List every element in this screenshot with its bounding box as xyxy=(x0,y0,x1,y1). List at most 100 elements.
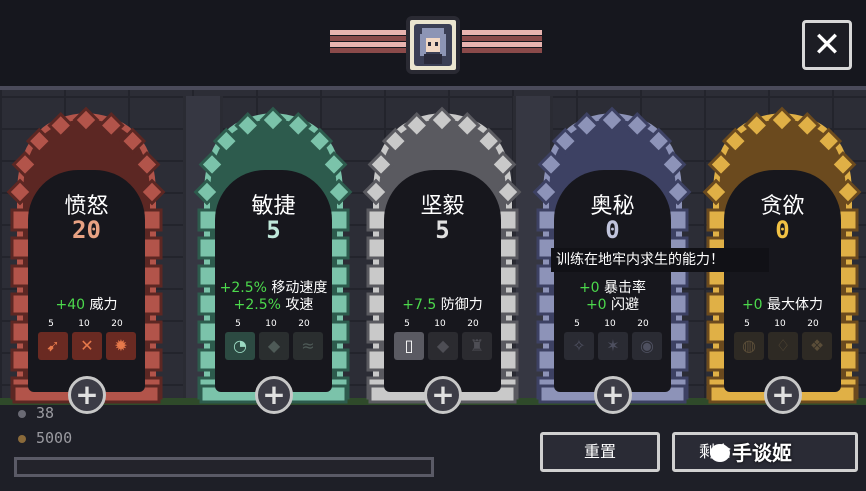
attribute-tooltip: 训练在地牢内求生的能力！ xyxy=(551,248,769,272)
bonus-row: +7.5 防御力 xyxy=(360,294,525,314)
bonus-row: +0 最大体力 xyxy=(700,294,865,314)
shield-card-icon: ▯ xyxy=(404,336,414,355)
skill-slot[interactable]: ❖ xyxy=(802,332,832,360)
star-burst-icon: ✶ xyxy=(606,336,620,355)
bonus-label: 防御力 xyxy=(440,297,483,313)
tier-labels: 5 10 20 xyxy=(400,319,490,331)
attribute-card: 坚毅 5 +7.5 防御力 5 10 20 ▯ ◆ ♜ + xyxy=(360,100,525,414)
bonus-value: +40 xyxy=(55,297,86,313)
coin-icon: ◍ xyxy=(742,336,756,355)
plus-icon: + xyxy=(601,378,625,411)
attribute-level: 0 xyxy=(775,216,790,244)
skill-slots: ✧ ✶ ◉ xyxy=(564,332,666,362)
tier-label: 10 xyxy=(265,319,277,329)
attribute-card: 敏捷 5 +2.5% 移动速度 +2.5% 攻速 5 10 20 ◔ ◆ ≈ + xyxy=(191,100,356,414)
attribute-level: 0 xyxy=(605,216,620,244)
skill-slot[interactable]: ≈ xyxy=(293,332,323,360)
skill-slots: ➹ ✕ ✹ xyxy=(38,332,140,362)
attribute-card: 愤怒 20 +40 威力 5 10 20 ➹ ✕ ✹ + xyxy=(4,100,169,414)
tier-label: 20 xyxy=(467,319,479,329)
progress-bar xyxy=(14,457,434,477)
bonus-value: +2.5% xyxy=(233,297,281,313)
tier-label: 10 xyxy=(604,319,616,329)
character-portrait xyxy=(406,16,460,74)
skill-slots: ◔ ◆ ≈ xyxy=(225,332,327,362)
watermark: 手谈姬 xyxy=(732,441,792,465)
wind-icon: ≈ xyxy=(301,336,315,355)
resource-row-gold: 5000 xyxy=(18,429,72,447)
bonus-value: +7.5 xyxy=(402,297,437,313)
blade-icon: ◆ xyxy=(436,336,450,355)
tier-label: 10 xyxy=(434,319,446,329)
attribute-level: 5 xyxy=(435,216,450,244)
tier-label: 20 xyxy=(298,319,310,329)
tier-labels: 5 10 20 xyxy=(570,319,660,331)
skill-slot[interactable]: ◍ xyxy=(734,332,764,360)
token-value: 38 xyxy=(36,404,55,422)
tier-labels: 5 10 20 xyxy=(231,319,321,331)
blade-icon: ◆ xyxy=(267,336,281,355)
skill-slot[interactable]: ✕ xyxy=(72,332,102,360)
tier-label: 10 xyxy=(78,319,90,329)
skill-slot[interactable]: ♜ xyxy=(462,332,492,360)
skill-slot[interactable]: ◆ xyxy=(259,332,289,360)
tier-label: 20 xyxy=(637,319,649,329)
eye-icon: ◉ xyxy=(640,336,654,355)
tier-labels: 5 10 20 xyxy=(740,319,830,331)
bonus-value: +0 xyxy=(741,297,763,313)
tier-label: 5 xyxy=(235,319,241,329)
header-bar: ✕ xyxy=(0,0,866,90)
tier-label: 5 xyxy=(404,319,410,329)
skill-slot[interactable]: ✶ xyxy=(598,332,628,360)
skill-slot[interactable]: ✧ xyxy=(564,332,594,360)
add-point-button[interactable]: + xyxy=(764,376,802,414)
left-ribbon xyxy=(330,30,410,56)
rune-icon: ✧ xyxy=(572,336,586,355)
attribute-level: 5 xyxy=(266,216,281,244)
bonus-label: 攻速 xyxy=(285,297,314,313)
gem-icon: ❖ xyxy=(809,336,825,355)
add-point-button[interactable]: + xyxy=(594,376,632,414)
close-icon: ✕ xyxy=(812,25,842,65)
skill-slot[interactable]: ◉ xyxy=(632,332,662,360)
skill-slots: ◍ ♢ ❖ xyxy=(734,332,836,362)
bonus-label: 闪避 xyxy=(611,297,640,313)
gold-coin-icon xyxy=(18,434,26,443)
swirl-icon: ◔ xyxy=(233,336,247,355)
right-ribbon xyxy=(462,30,542,56)
tier-label: 5 xyxy=(48,319,54,329)
bag-icon: ♢ xyxy=(775,336,791,355)
reset-button[interactable]: 重置 xyxy=(540,432,660,472)
tier-label: 20 xyxy=(111,319,123,329)
plus-icon: + xyxy=(75,378,99,411)
bonus-label: 最大体力 xyxy=(767,297,824,313)
add-point-button[interactable]: + xyxy=(68,376,106,414)
bonus-row: +2.5% 攻速 xyxy=(191,294,356,314)
skill-slot[interactable]: ▯ xyxy=(394,332,424,360)
skill-slot[interactable]: ◆ xyxy=(428,332,458,360)
close-button[interactable]: ✕ xyxy=(802,20,852,70)
bonus-row: +0 闪避 xyxy=(530,294,695,314)
arrow-slash-icon: ➹ xyxy=(46,336,60,355)
wechat-icon xyxy=(710,444,730,462)
armor-icon: ♜ xyxy=(469,336,485,355)
tier-label: 5 xyxy=(574,319,580,329)
skill-slots: ▯ ◆ ♜ xyxy=(394,332,496,362)
plus-icon: + xyxy=(431,378,455,411)
bonus-label: 威力 xyxy=(89,297,118,313)
skill-slot[interactable]: ✹ xyxy=(106,332,136,360)
chevron-claw-icon: ✕ xyxy=(80,336,94,355)
plus-icon: + xyxy=(771,378,795,411)
bonus-row: +40 威力 xyxy=(4,294,169,314)
tier-label: 10 xyxy=(774,319,786,329)
bonus-value: +0 xyxy=(585,297,607,313)
add-point-button[interactable]: + xyxy=(424,376,462,414)
skill-slot[interactable]: ◔ xyxy=(225,332,255,360)
tier-labels: 5 10 20 xyxy=(44,319,134,331)
add-point-button[interactable]: + xyxy=(255,376,293,414)
attribute-level: 20 xyxy=(72,216,101,244)
plus-icon: + xyxy=(262,378,286,411)
skill-slot[interactable]: ♢ xyxy=(768,332,798,360)
skill-slot[interactable]: ➹ xyxy=(38,332,68,360)
tier-label: 20 xyxy=(807,319,819,329)
